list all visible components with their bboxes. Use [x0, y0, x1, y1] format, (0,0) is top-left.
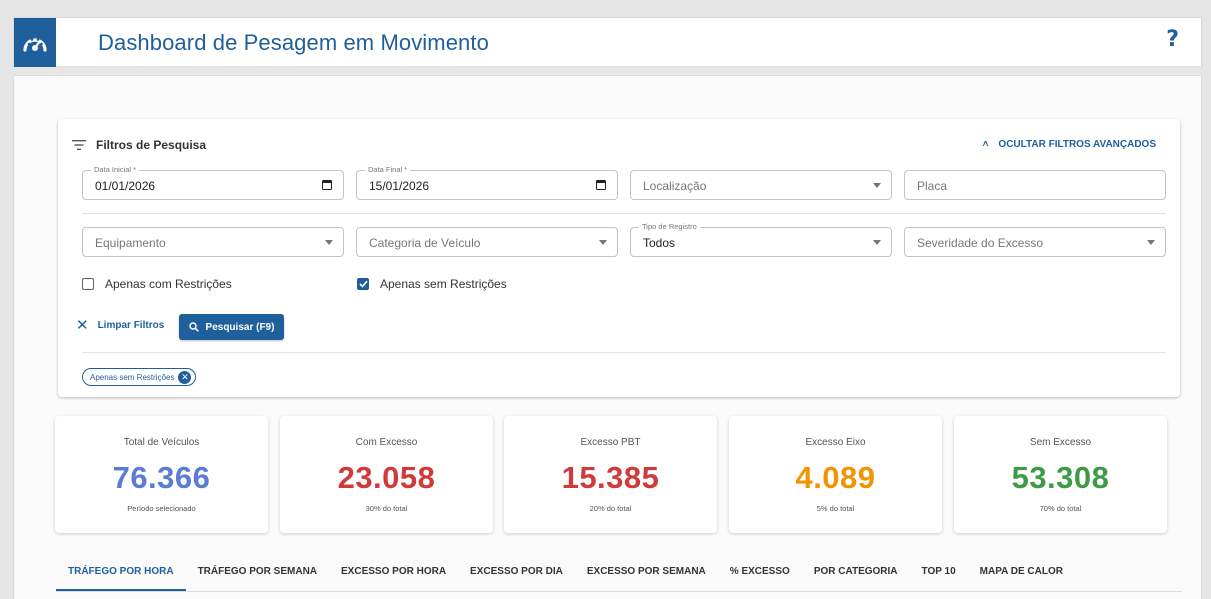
tab-heat-map[interactable]: MAPA DE CALOR: [968, 559, 1075, 591]
start-date-value: 01/01/2026: [95, 179, 156, 193]
close-icon: ✕: [76, 316, 89, 334]
tab-excess-percent[interactable]: % EXCESSO: [718, 559, 802, 591]
location-placeholder: Localização: [643, 179, 707, 193]
tab-excess-per-week[interactable]: EXCESSO POR SEMANA: [575, 559, 718, 591]
app-header: Dashboard de Pesagem em Movimento ?: [13, 17, 1202, 67]
end-date-label: Data Final *: [365, 165, 411, 175]
clear-filters-button[interactable]: ✕ Limpar Filtros: [76, 316, 165, 334]
stat-card-excess-axle: Excesso Eixo 4.089 5% do total: [729, 416, 942, 533]
only-without-restrictions-checkbox[interactable]: Apenas sem Restrições: [357, 277, 507, 291]
active-filter-chip: Apenas sem Restrições ✕: [82, 368, 197, 386]
calendar-icon[interactable]: [322, 180, 332, 190]
stat-value: 15.385: [561, 460, 660, 495]
dropdown-arrow-icon: [873, 240, 881, 245]
record-type-select[interactable]: Tipo de Registro Todos: [630, 222, 892, 257]
toggle-advanced-filters-button[interactable]: ˄ OCULTAR FILTROS AVANÇADOS: [983, 139, 1156, 150]
stat-card-with-excess: Com Excesso 23.058 30% do total: [280, 416, 493, 533]
only-without-restrictions-label: Apenas sem Restrições: [380, 277, 507, 291]
start-date-field[interactable]: Data Inicial * 01/01/2026: [82, 165, 344, 200]
stat-value: 76.366: [112, 460, 211, 495]
dropdown-arrow-icon: [873, 183, 881, 188]
record-type-label: Tipo de Registro: [639, 222, 700, 232]
location-select[interactable]: Localização: [630, 170, 892, 200]
end-date-field[interactable]: Data Final * 15/01/2026: [356, 165, 618, 200]
checkbox-unchecked-icon[interactable]: [82, 278, 94, 290]
stat-card-total: Total de Veículos 76.366 Período selecio…: [55, 416, 268, 533]
filters-panel: Filtros de Pesquisa ˄ OCULTAR FILTROS AV…: [58, 119, 1180, 397]
start-date-label: Data Inicial *: [91, 165, 140, 175]
stat-title: Excesso PBT: [580, 437, 641, 448]
vehicle-category-placeholder: Categoria de Veículo: [369, 236, 481, 250]
clear-filters-label: Limpar Filtros: [97, 320, 165, 331]
plate-placeholder: Placa: [917, 179, 948, 193]
stat-title: Sem Excesso: [1029, 437, 1092, 448]
record-type-value: Todos: [643, 236, 676, 250]
filters-divider: [82, 213, 1166, 214]
filter-list-icon: [72, 140, 86, 150]
equipment-placeholder: Equipamento: [95, 236, 166, 250]
tab-by-category[interactable]: POR CATEGORIA: [802, 559, 910, 591]
page-title: Dashboard de Pesagem em Movimento: [98, 30, 489, 55]
excess-severity-select[interactable]: Severidade do Excesso: [904, 227, 1166, 257]
dropdown-arrow-icon: [325, 240, 333, 245]
end-date-value: 15/01/2026: [369, 179, 430, 193]
help-button[interactable]: ?: [1166, 27, 1179, 52]
stat-value: 4.089: [795, 460, 876, 495]
stat-value: 53.308: [1011, 460, 1110, 495]
stat-card-excess-pbt: Excesso PBT 15.385 20% do total: [504, 416, 717, 533]
tab-traffic-per-week[interactable]: TRÁFEGO POR SEMANA: [186, 559, 329, 591]
checkmark-icon: [358, 280, 368, 288]
plate-input[interactable]: Placa: [904, 170, 1166, 200]
dropdown-arrow-icon: [1147, 240, 1155, 245]
remove-chip-icon[interactable]: ✕: [178, 370, 192, 384]
tab-excess-per-day[interactable]: EXCESSO POR DIA: [458, 559, 575, 591]
stat-subtitle: 5% do total: [816, 504, 855, 513]
search-button[interactable]: Pesquisar (F9): [179, 314, 284, 340]
only-with-restrictions-label: Apenas com Restrições: [105, 277, 232, 291]
stat-subtitle: Período selecionado: [127, 504, 196, 513]
filters-heading-label: Filtros de Pesquisa: [96, 138, 207, 152]
gauge-icon: [23, 37, 47, 52]
filters-heading: Filtros de Pesquisa: [72, 138, 206, 152]
excess-severity-placeholder: Severidade do Excesso: [917, 236, 1044, 250]
search-button-label: Pesquisar (F9): [205, 321, 275, 333]
calendar-icon[interactable]: [596, 180, 606, 190]
tab-top-10[interactable]: TOP 10: [910, 559, 968, 591]
stat-subtitle: 20% do total: [589, 504, 632, 513]
equipment-select[interactable]: Equipamento: [82, 227, 344, 257]
stat-subtitle: 70% do total: [1039, 504, 1082, 513]
tab-traffic-per-hour[interactable]: TRÁFEGO POR HORA: [56, 559, 186, 591]
stat-title: Com Excesso: [355, 437, 418, 448]
chart-tabs: TRÁFEGO POR HORA TRÁFEGO POR SEMANA EXCE…: [56, 559, 1182, 592]
chevron-up-icon: ˄: [982, 139, 989, 150]
toggle-advanced-filters-label: OCULTAR FILTROS AVANÇADOS: [998, 139, 1156, 150]
dropdown-arrow-icon: [599, 240, 607, 245]
stat-subtitle: 30% do total: [365, 504, 408, 513]
vehicle-category-select[interactable]: Categoria de Veículo: [356, 227, 618, 257]
stat-title: Excesso Eixo: [805, 437, 866, 448]
only-with-restrictions-checkbox[interactable]: Apenas com Restrições: [82, 277, 232, 291]
stat-title: Total de Veículos: [123, 437, 200, 448]
stat-card-no-excess: Sem Excesso 53.308 70% do total: [954, 416, 1167, 533]
checkbox-checked-icon[interactable]: [357, 278, 369, 290]
dashboard-logo: [14, 18, 56, 67]
main-content: Filtros de Pesquisa ˄ OCULTAR FILTROS AV…: [13, 75, 1202, 599]
active-filter-chip-label: Apenas sem Restrições: [90, 372, 175, 382]
search-icon: [188, 322, 199, 332]
filters-divider: [82, 352, 1166, 353]
stat-value: 23.058: [337, 460, 436, 495]
tab-excess-per-hour[interactable]: EXCESSO POR HORA: [329, 559, 458, 591]
